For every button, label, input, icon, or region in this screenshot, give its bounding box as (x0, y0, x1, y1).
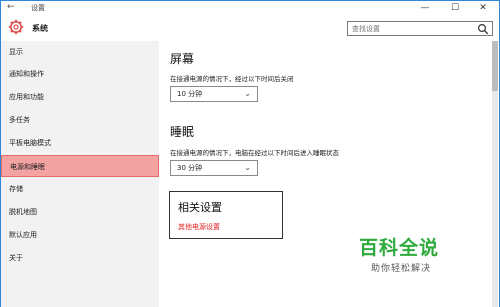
watermark: 百科全说 助你轻松解决 (359, 233, 469, 281)
page-title: 系统 (32, 24, 48, 33)
sleep-description: 在接通电源的情况下，电脑在经过以下时间后进入睡眠状态 (170, 149, 339, 157)
sleep-timeout-value: 30 分钟 (177, 164, 203, 172)
watermark-title: 百科全说 (359, 237, 440, 259)
window-title: 设置 (31, 4, 45, 12)
screen-description: 在接通电源的情况下，经过以下时间后关闭 (170, 75, 294, 83)
maximize-button[interactable]: ☐ (441, 1, 469, 15)
watermark-subtitle: 助你轻松解决 (371, 264, 432, 274)
other-power-settings-link[interactable]: 其他电源设置 (178, 222, 220, 232)
screen-timeout-value: 10 分钟 (177, 90, 203, 98)
minimize-button[interactable]: — (411, 1, 439, 15)
header: 系统 (1, 15, 499, 41)
search-icon[interactable] (477, 23, 489, 35)
chevron-down-icon: ⌄ (244, 89, 251, 98)
sidebar-item-display[interactable]: 显示 (1, 41, 159, 63)
sidebar-item-storage[interactable]: 存储 (1, 178, 159, 200)
related-settings-title: 相关设置 (178, 201, 222, 214)
sidebar-item-notifications[interactable]: 通知和操作 (1, 63, 159, 85)
gear-icon (8, 19, 24, 35)
screen-timeout-dropdown[interactable]: 10 分钟 ⌄ (170, 86, 258, 102)
sidebar-item-default-apps[interactable]: 默认应用 (1, 224, 159, 246)
sidebar: 显示 通知和操作 应用和功能 多任务 平板电脑模式 电源和睡眠 存储 脱机地图 … (1, 41, 159, 307)
sidebar-item-apps[interactable]: 应用和功能 (1, 86, 159, 108)
back-arrow-icon[interactable]: ← (7, 2, 15, 12)
sleep-section-title: 睡眠 (170, 125, 195, 139)
sidebar-item-multitasking[interactable]: 多任务 (1, 109, 159, 131)
sidebar-item-power-sleep[interactable]: 电源和睡眠 (1, 155, 159, 177)
screen-section-title: 屏幕 (170, 52, 195, 66)
search-box[interactable] (347, 21, 493, 36)
sidebar-item-about[interactable]: 关于 (1, 247, 159, 269)
search-input[interactable] (352, 23, 472, 35)
related-settings-box: 相关设置 其他电源设置 (169, 191, 283, 239)
chevron-down-icon: ⌄ (244, 163, 251, 172)
sidebar-item-offline-maps[interactable]: 脱机地图 (1, 201, 159, 223)
close-button[interactable]: ✕ (469, 1, 497, 15)
title-bar: ← 设置 — ☐ ✕ (1, 1, 499, 15)
scrollbar-thumb[interactable] (492, 41, 498, 91)
sidebar-item-tablet-mode[interactable]: 平板电脑模式 (1, 132, 159, 154)
sleep-timeout-dropdown[interactable]: 30 分钟 ⌄ (170, 160, 258, 176)
settings-window: ← 设置 — ☐ ✕ 系统 查找设置 显示 通知和操作 应用和功能 多任务 平板… (0, 0, 500, 307)
scrollbar[interactable] (492, 41, 498, 307)
